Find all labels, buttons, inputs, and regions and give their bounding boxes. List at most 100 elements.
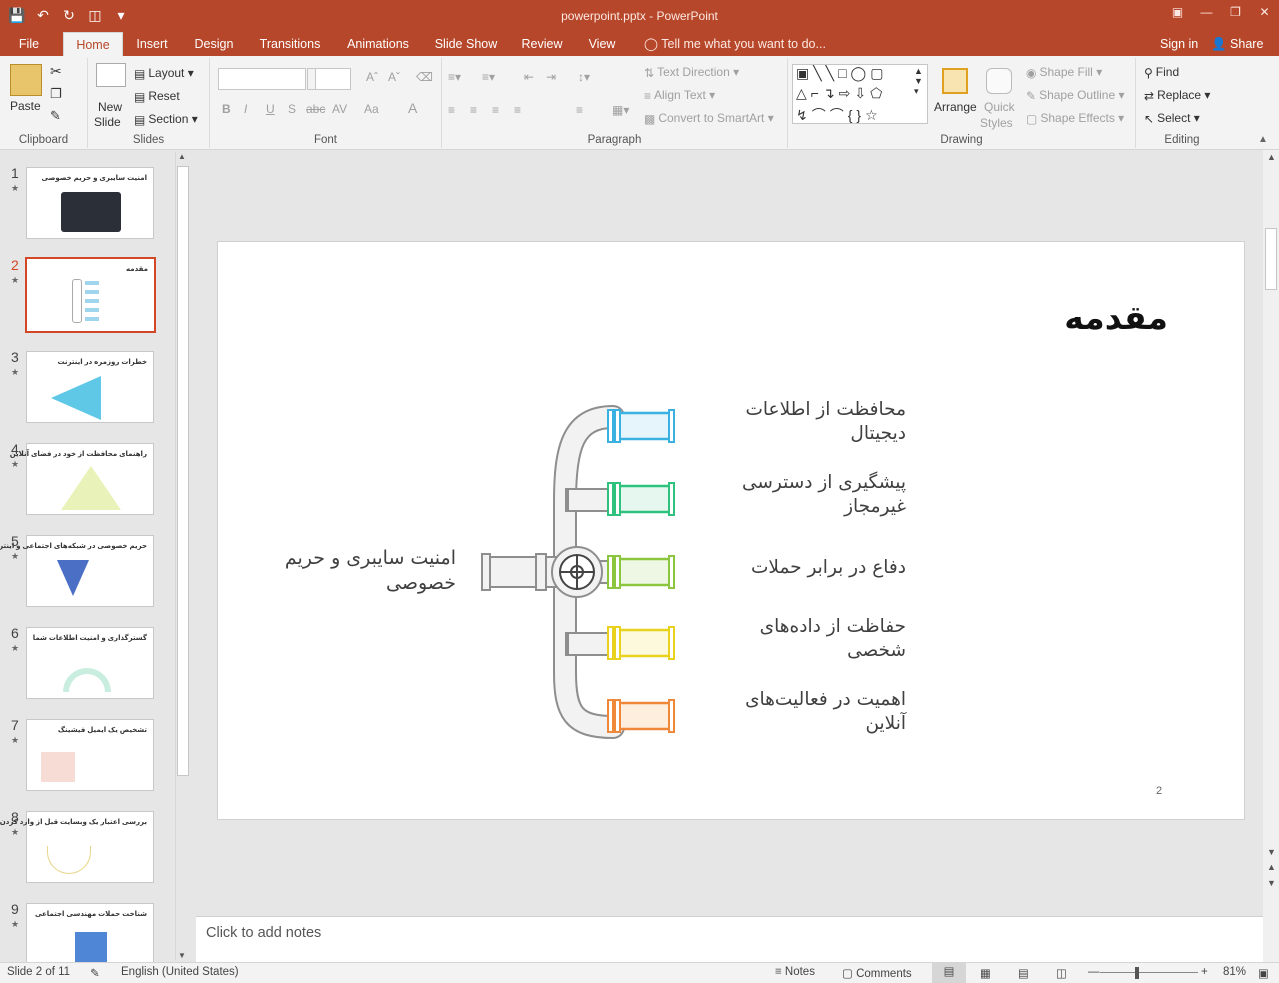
slide-canvas[interactable]: مقدمه امنیت سایبری و حریم خصوصی محافظت ا…	[217, 241, 1245, 820]
quick-styles-line2[interactable]: Styles	[980, 116, 1013, 130]
tab-transitions[interactable]: Transitions	[252, 32, 328, 56]
item-label[interactable]: پیشگیری از دسترسی غیرمجاز	[696, 471, 906, 519]
quick-styles-line1[interactable]: Quick	[984, 100, 1015, 114]
arrange-button[interactable]: Arrange	[934, 100, 977, 114]
slide-thumbnail-6[interactable]: گسترگذاری و امنیت اطلاعات شما	[26, 627, 154, 699]
shapes-more-icon[interactable]: ▲ ▼ ▾	[914, 66, 923, 97]
notes-pane[interactable]: Click to add notes	[196, 916, 1263, 962]
align-right-icon[interactable]: ≡	[492, 103, 499, 117]
tab-home[interactable]: Home	[63, 32, 123, 56]
slide-thumbnail-5[interactable]: حریم خصوصی در شبکه‌های اجتماعی و اینترنت	[0, 535, 154, 607]
tab-view[interactable]: View	[580, 32, 624, 56]
tab-insert[interactable]: Insert	[128, 32, 176, 56]
format-painter-icon[interactable]: ✎	[50, 108, 61, 124]
slide-sorter-icon[interactable]: ▦	[980, 966, 991, 980]
editor-scroll-thumb[interactable]	[1265, 228, 1277, 290]
strikethrough-button[interactable]: abc	[306, 102, 325, 116]
item-label[interactable]: اهمیت در فعالیت‌های آنلاین	[696, 688, 906, 736]
increase-font-icon[interactable]: Aˆ	[366, 70, 378, 84]
decrease-font-icon[interactable]: Aˇ	[388, 70, 400, 84]
bold-button[interactable]: B	[222, 102, 231, 116]
reading-view-icon[interactable]: ▤	[1018, 966, 1029, 980]
decrease-indent-icon[interactable]: ⇤	[524, 70, 534, 84]
scroll-down-icon[interactable]: ▼	[178, 951, 186, 960]
layout-button[interactable]: ▤ Layout ▾	[134, 66, 194, 81]
thumbnails-scroll-thumb[interactable]	[177, 166, 189, 776]
slide-thumbnail-9[interactable]: شناخت حملات مهندسی اجتماعی	[26, 903, 154, 962]
scroll-up-icon[interactable]: ▲	[178, 152, 186, 161]
align-center-icon[interactable]: ≡	[470, 103, 477, 117]
previous-slide-icon[interactable]: ▲	[1267, 862, 1276, 872]
smartart-button[interactable]: ▩ Convert to SmartArt ▾	[644, 111, 774, 126]
slide-thumbnail-2[interactable]: مقدمه	[25, 257, 156, 333]
item-label[interactable]: حفاظت از داده‌های شخصی	[696, 615, 906, 663]
line-spacing-icon[interactable]: ↕▾	[578, 70, 590, 84]
zoom-out-icon[interactable]: —	[1088, 966, 1100, 978]
paste-button[interactable]: Paste	[10, 99, 41, 113]
shadow-button[interactable]: S	[288, 102, 296, 116]
columns-icon[interactable]: ▦▾	[612, 103, 629, 117]
find-button[interactable]: ⚲ Find	[1144, 65, 1179, 80]
tab-design[interactable]: Design	[186, 32, 242, 56]
minimize-icon[interactable]: —	[1192, 0, 1221, 26]
slideshow-view-icon[interactable]: ◫	[1056, 966, 1067, 980]
italic-button[interactable]: I	[244, 102, 247, 116]
fit-slide-icon[interactable]: ▣	[1258, 966, 1269, 980]
close-icon[interactable]: ✕	[1250, 0, 1279, 26]
new-slide-button-line1[interactable]: New	[98, 100, 122, 114]
tab-review[interactable]: Review	[514, 32, 570, 56]
next-slide-icon[interactable]: ▼	[1267, 878, 1276, 888]
scroll-up-icon[interactable]: ▲	[1267, 152, 1276, 162]
spell-check-icon[interactable]: ✎	[90, 966, 100, 980]
bullets-icon[interactable]: ≡▾	[448, 70, 461, 84]
normal-view-icon[interactable]: ▤	[932, 963, 966, 983]
collapse-ribbon-icon[interactable]: ▲	[1258, 134, 1268, 145]
item-label[interactable]: محافظت از اطلاعات دیجیتال	[696, 398, 906, 446]
tab-file[interactable]: File	[8, 32, 50, 56]
new-slide-button-line2[interactable]: Slide	[94, 115, 121, 129]
slide-thumbnail-7[interactable]: تشخیص یک ایمیل فیشینگ	[26, 719, 154, 791]
scroll-down-icon[interactable]: ▼	[1267, 847, 1276, 857]
copy-icon[interactable]: ❐	[50, 86, 62, 102]
font-name-box[interactable]	[218, 68, 306, 90]
text-direction-button[interactable]: ⇅ Text Direction ▾	[644, 65, 739, 80]
justify-icon[interactable]: ≡	[514, 103, 521, 117]
increase-indent-icon[interactable]: ⇥	[546, 70, 556, 84]
zoom-slider[interactable]	[1100, 972, 1198, 973]
numbering-icon[interactable]: ≡▾	[482, 70, 495, 84]
slide-thumbnail-3[interactable]: خطرات روزمره در اینترنت	[26, 351, 154, 423]
align-left-icon[interactable]: ≡	[448, 103, 455, 117]
slide-thumbnail-4[interactable]: راهنمای محافظت از خود در فضای آنلاین	[10, 443, 154, 515]
item-label[interactable]: دفاع در برابر حملات	[696, 556, 906, 580]
shape-outline-button[interactable]: ✎ Shape Outline ▾	[1026, 88, 1124, 103]
language-indicator[interactable]: English (United States)	[121, 966, 239, 978]
rtl-icon[interactable]: ≡	[576, 103, 583, 117]
select-button[interactable]: ↖ Select ▾	[1144, 111, 1200, 126]
cut-icon[interactable]: ✂	[50, 63, 62, 80]
zoom-slider-handle[interactable]	[1135, 967, 1139, 979]
font-size-box[interactable]	[315, 68, 351, 90]
clear-format-icon[interactable]: ⌫	[416, 70, 433, 84]
ribbon-display-icon[interactable]: ▣	[1163, 0, 1192, 26]
tell-me-box[interactable]: ◯ Tell me what you want to do...	[644, 32, 826, 56]
sign-in-link[interactable]: Sign in	[1160, 32, 1198, 56]
slide-thumbnail-8[interactable]: بررسی اعتبار یک وبسایت قبل از وارد کردن …	[0, 811, 154, 883]
editor-scrollbar[interactable]: ▲ ▼ ▲ ▼	[1263, 150, 1279, 962]
character-spacing-button[interactable]: AV	[332, 102, 347, 116]
center-label[interactable]: امنیت سایبری و حریم خصوصی	[258, 546, 456, 596]
slide-thumbnail-1[interactable]: امنیت سایبری و حریم خصوصی	[26, 167, 154, 239]
section-button[interactable]: ▤ Section ▾	[134, 112, 198, 127]
shape-effects-button[interactable]: ▢ Shape Effects ▾	[1026, 111, 1124, 126]
share-button[interactable]: 👤 Share	[1211, 32, 1263, 56]
tab-slide-show[interactable]: Slide Show	[428, 32, 504, 56]
zoom-level[interactable]: 81%	[1223, 966, 1246, 978]
tab-animations[interactable]: Animations	[338, 32, 418, 56]
restore-icon[interactable]: ❐	[1221, 0, 1250, 26]
notes-toggle[interactable]: ≡ Notes	[775, 966, 815, 978]
reset-button[interactable]: ▤ Reset	[134, 89, 180, 104]
replace-button[interactable]: ⇄ Replace ▾	[1144, 88, 1210, 103]
change-case-button[interactable]: Aa	[364, 102, 379, 116]
zoom-in-icon[interactable]: +	[1201, 966, 1208, 978]
underline-button[interactable]: U	[266, 102, 275, 116]
comments-toggle[interactable]: ▢ Comments	[842, 966, 912, 980]
